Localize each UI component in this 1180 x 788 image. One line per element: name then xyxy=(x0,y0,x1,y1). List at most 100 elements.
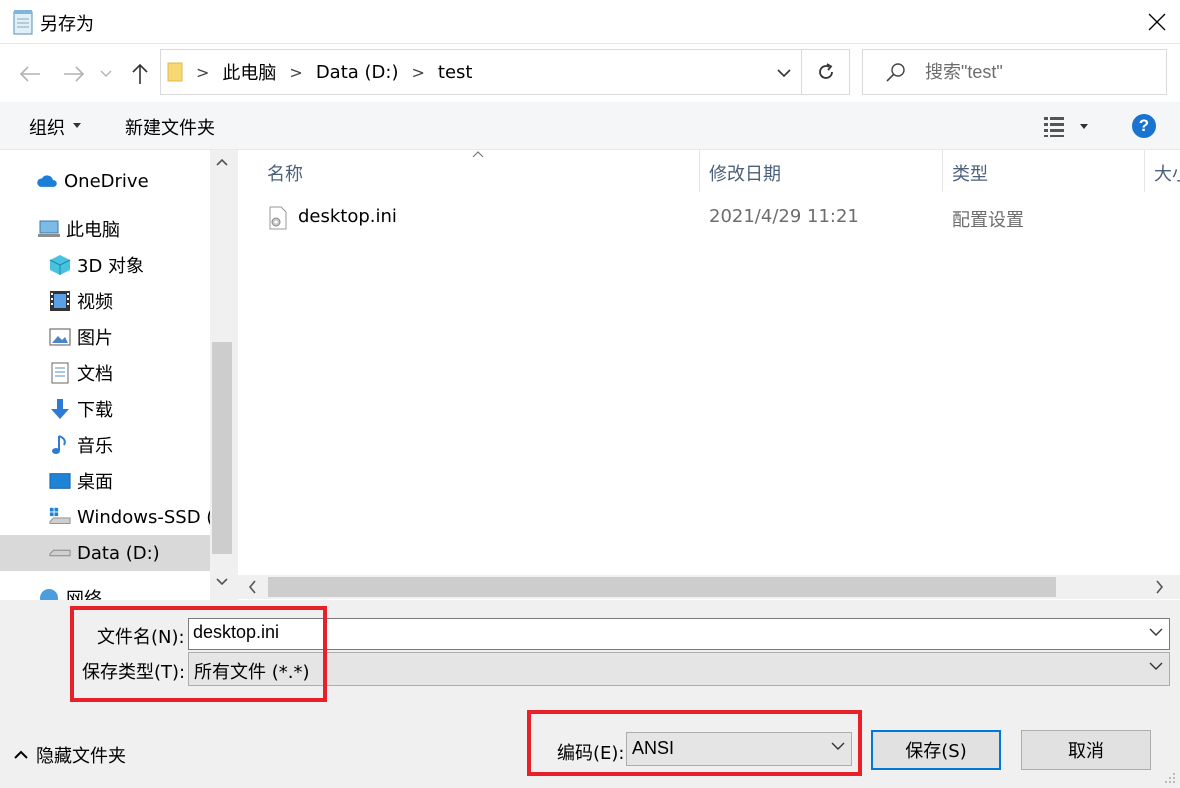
chevron-right-icon: > xyxy=(196,62,210,82)
file-row[interactable]: desktop.ini 2021/4/29 11:21 配置设置 xyxy=(238,202,1180,234)
chevron-left-icon[interactable] xyxy=(248,580,256,594)
encoding-select[interactable]: ANSI xyxy=(626,732,852,766)
music-icon xyxy=(49,434,71,456)
nav-item-pictures[interactable]: 图片 xyxy=(0,319,210,355)
download-icon xyxy=(49,398,71,420)
arrow-right-icon xyxy=(64,66,85,82)
window-title: 另存为 xyxy=(40,14,94,35)
arrow-left-icon xyxy=(19,66,40,82)
caret-down-icon xyxy=(73,123,81,128)
close-button[interactable] xyxy=(1134,0,1180,44)
chevron-right-icon: > xyxy=(289,62,303,82)
navigation-pane: OneDrive 此电脑 3D 对象 视频 图片 文档 下载 音乐 桌面 Win… xyxy=(0,150,234,600)
organize-menu[interactable]: 组织 xyxy=(29,114,65,140)
drive-icon xyxy=(49,542,71,564)
column-header-size[interactable]: 大小 xyxy=(1154,160,1180,186)
column-divider[interactable] xyxy=(699,150,700,192)
nav-scroll-thumb[interactable] xyxy=(212,342,232,554)
settings-file-icon xyxy=(269,206,287,230)
search-icon xyxy=(886,63,905,82)
filetype-select[interactable]: 所有文件 (*.*) xyxy=(188,652,1170,686)
file-type: 配置设置 xyxy=(952,210,1024,231)
chevron-down-icon[interactable] xyxy=(216,578,228,586)
filename-field[interactable] xyxy=(188,618,1170,650)
address-bar[interactable]: > 此电脑 > Data (D:) > test xyxy=(160,49,802,95)
nav-item-downloads[interactable]: 下载 xyxy=(0,391,210,427)
chevron-right-icon: > xyxy=(411,62,425,82)
column-header-type[interactable]: 类型 xyxy=(952,160,988,186)
encoding-value: ANSI xyxy=(632,738,675,758)
nav-item-onedrive[interactable]: OneDrive xyxy=(0,163,210,199)
column-divider[interactable] xyxy=(1144,150,1145,192)
cancel-button[interactable]: 取消 xyxy=(1021,730,1151,770)
hide-folders-toggle[interactable]: 隐藏文件夹 xyxy=(14,742,126,768)
computer-icon xyxy=(38,218,60,240)
nav-item-windows-ssd[interactable]: Windows-SSD ( xyxy=(0,499,210,535)
3d-objects-icon xyxy=(49,254,71,276)
nav-item-network[interactable]: 网络 xyxy=(0,580,210,600)
breadcrumb-test[interactable]: test xyxy=(438,62,473,83)
nav-item-3d-objects[interactable]: 3D 对象 xyxy=(0,247,210,283)
encoding-label: 编码(E): xyxy=(557,743,625,764)
view-options-icon[interactable] xyxy=(1042,114,1098,138)
filetype-label: 保存类型(T): xyxy=(82,662,186,683)
file-list: 名称 修改日期 类型 大小 desktop.ini 2021/4/29 11:2… xyxy=(238,150,1180,600)
sort-ascending-icon xyxy=(472,151,484,158)
file-list-scroll-thumb[interactable] xyxy=(268,577,1056,597)
search-input[interactable] xyxy=(925,61,1145,83)
column-divider[interactable] xyxy=(942,150,943,192)
new-folder-button[interactable]: 新建文件夹 xyxy=(125,114,215,140)
nav-item-this-pc[interactable]: 此电脑 xyxy=(0,211,210,247)
save-button[interactable]: 保存(S) xyxy=(871,730,1001,770)
filename-input[interactable] xyxy=(193,622,1123,643)
nav-item-documents[interactable]: 文档 xyxy=(0,355,210,391)
help-button[interactable]: ? xyxy=(1132,114,1156,138)
folder-icon xyxy=(167,62,183,82)
title-bar: 另存为 xyxy=(0,0,1180,44)
chevron-down-icon xyxy=(100,70,112,77)
nav-scrollbar[interactable] xyxy=(210,150,234,600)
breadcrumb-this-pc[interactable]: 此电脑 xyxy=(222,59,276,85)
arrow-up-icon xyxy=(132,63,148,84)
column-header-modified[interactable]: 修改日期 xyxy=(709,160,781,186)
resize-grip-icon[interactable] xyxy=(1164,772,1176,784)
navigation-bar: > 此电脑 > Data (D:) > test xyxy=(0,44,1180,102)
file-name: desktop.ini xyxy=(298,206,397,227)
refresh-button[interactable] xyxy=(802,49,850,95)
drive-icon xyxy=(49,506,71,528)
recent-locations-button[interactable] xyxy=(98,62,114,86)
chevron-up-icon xyxy=(14,750,28,759)
command-bar: 组织 新建文件夹 ? xyxy=(0,102,1180,150)
search-box[interactable] xyxy=(862,49,1167,95)
chevron-down-icon[interactable] xyxy=(773,62,795,84)
desktop-icon xyxy=(49,470,71,492)
chevron-down-icon[interactable] xyxy=(1149,628,1163,637)
up-button[interactable] xyxy=(128,62,152,86)
chevron-down-icon xyxy=(831,742,845,750)
nav-item-desktop[interactable]: 桌面 xyxy=(0,463,210,499)
network-icon xyxy=(38,587,60,600)
filename-label: 文件名(N): xyxy=(97,627,185,648)
file-modified: 2021/4/29 11:21 xyxy=(709,206,859,227)
chevron-down-icon xyxy=(1149,662,1163,670)
breadcrumb-data-drive[interactable]: Data (D:) xyxy=(316,62,399,83)
video-icon xyxy=(49,290,71,312)
file-list-scrollbar[interactable] xyxy=(238,575,1180,599)
chevron-right-icon[interactable] xyxy=(1156,580,1164,594)
close-icon xyxy=(1148,13,1166,31)
refresh-icon xyxy=(818,63,833,79)
notepad-icon xyxy=(13,10,33,35)
nav-item-data-drive[interactable]: Data (D:) xyxy=(0,535,210,571)
help-icon: ? xyxy=(1138,116,1150,135)
hide-folders-label: 隐藏文件夹 xyxy=(36,746,126,767)
back-button[interactable] xyxy=(18,62,42,86)
documents-icon xyxy=(49,362,71,384)
filetype-value: 所有文件 (*.*) xyxy=(194,662,310,683)
onedrive-icon xyxy=(36,170,58,192)
nav-item-music[interactable]: 音乐 xyxy=(0,427,210,463)
nav-item-videos[interactable]: 视频 xyxy=(0,283,210,319)
chevron-up-icon[interactable] xyxy=(216,158,228,166)
forward-button[interactable] xyxy=(62,62,86,86)
pictures-icon xyxy=(49,326,71,348)
column-header-name[interactable]: 名称 xyxy=(267,160,303,186)
